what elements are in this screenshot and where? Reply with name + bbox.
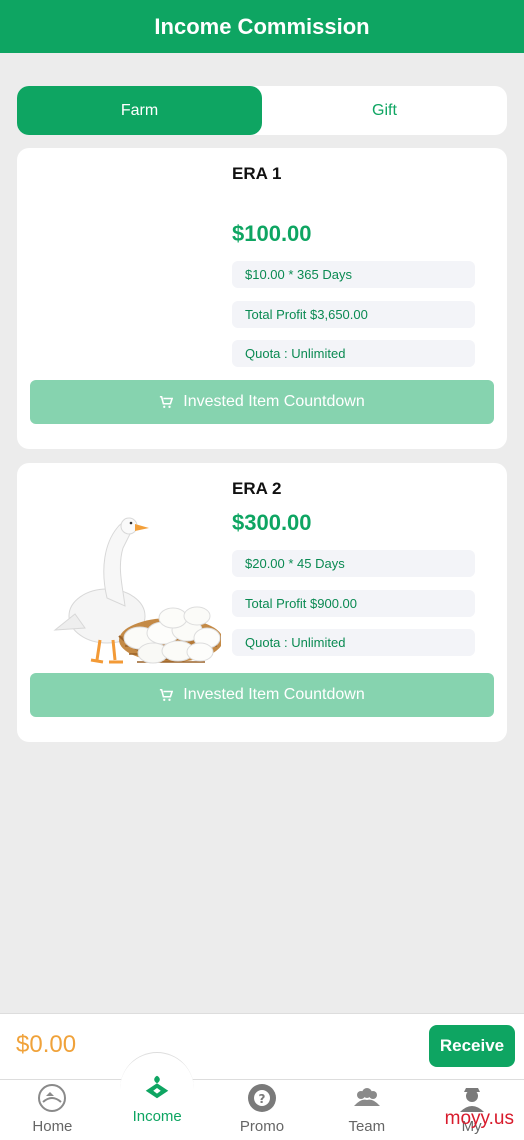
goose-eggs-image: [53, 517, 221, 664]
button-label: Invested Item Countdown: [183, 393, 365, 410]
category-tabs: Farm Gift: [17, 86, 507, 135]
nav-promo[interactable]: ? Promo: [210, 1080, 315, 1140]
receive-button[interactable]: Receive: [429, 1025, 515, 1067]
quota: Quota : Unlimited: [232, 629, 475, 656]
product-card: ERA 1 $100.00 $10.00 * 365 Days Total Pr…: [17, 148, 507, 449]
product-name: ERA 1: [232, 164, 282, 183]
nav-income[interactable]: Income: [105, 1052, 210, 1140]
cart-icon: [160, 688, 174, 701]
product-name: ERA 2: [232, 479, 282, 498]
nav-label: Team: [348, 1118, 386, 1135]
invested-countdown-button[interactable]: Invested Item Countdown: [30, 673, 494, 717]
daily-return: $10.00 * 365 Days: [232, 261, 475, 288]
home-icon: [38, 1084, 67, 1112]
app-header: Income Commission: [0, 0, 524, 53]
product-price: $100.00: [232, 221, 312, 246]
income-icon: [145, 1075, 169, 1099]
total-profit: Total Profit $3,650.00: [232, 301, 475, 328]
watermark: moyy.us: [444, 1108, 514, 1129]
tab-farm[interactable]: Farm: [17, 86, 262, 135]
tab-gift[interactable]: Gift: [262, 86, 507, 135]
product-image: [45, 173, 221, 363]
daily-return: $20.00 * 45 Days: [232, 550, 475, 577]
balance-amount: $0.00: [16, 1031, 77, 1058]
nav-label: Home: [32, 1118, 73, 1135]
cart-icon: [160, 395, 174, 408]
team-icon: [353, 1088, 380, 1106]
product-price: $300.00: [232, 510, 312, 535]
promo-icon: ?: [247, 1084, 276, 1112]
nav-label: Income: [132, 1108, 182, 1125]
nav-team[interactable]: Team: [314, 1080, 419, 1140]
balance-bar: $0.00 Receive: [0, 1013, 524, 1079]
invested-countdown-button[interactable]: Invested Item Countdown: [30, 380, 494, 424]
total-profit: Total Profit $900.00: [232, 590, 475, 617]
button-label: Invested Item Countdown: [183, 686, 365, 703]
bottom-nav: Home Income ? Promo Team My moyy.us: [0, 1052, 524, 1140]
nav-home[interactable]: Home: [0, 1080, 105, 1140]
quota: Quota : Unlimited: [232, 340, 475, 367]
page-title: Income Commission: [154, 13, 370, 39]
product-card: ERA 2 $300.00 $20.00 * 45 Days Total Pro…: [17, 463, 507, 742]
nav-label: Promo: [239, 1118, 285, 1135]
svg-text:?: ?: [259, 1092, 266, 1106]
